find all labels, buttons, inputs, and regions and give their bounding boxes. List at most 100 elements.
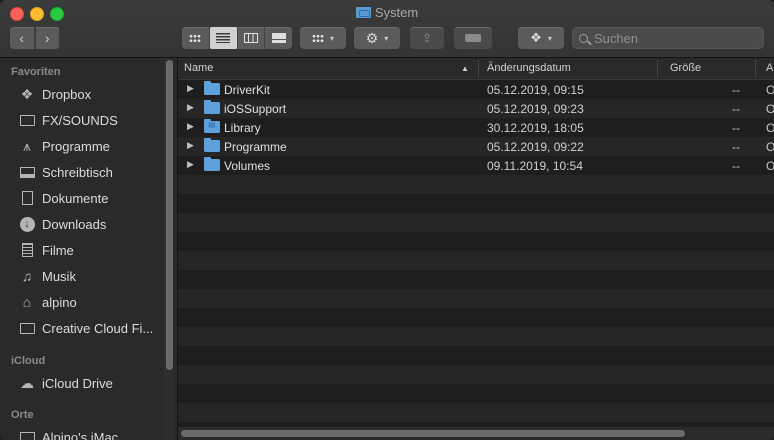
- group-button[interactable]: ▾: [300, 27, 346, 49]
- sidebar-section-orte: Orte: [11, 409, 34, 421]
- gallery-view-button[interactable]: [265, 27, 292, 49]
- finder-window: System ‹ › ▾ ⚙ ▾ ⇪ ❖ ▾ Suchen Favoriten …: [0, 0, 774, 440]
- folder-icon: [18, 320, 36, 336]
- library-folder-icon: [204, 119, 220, 133]
- empty-row: [178, 365, 774, 384]
- column-header-name[interactable]: Name: [184, 62, 213, 74]
- sidebar-item-downloads[interactable]: ↓ Downloads: [18, 213, 106, 235]
- file-kind: O: [766, 83, 774, 97]
- sidebar-item-alpino[interactable]: ⌂ alpino: [18, 291, 77, 313]
- sidebar-item-musik[interactable]: ♫ Musik: [18, 265, 76, 287]
- sidebar-item-label: Dropbox: [42, 86, 92, 102]
- list-view-button[interactable]: [209, 27, 238, 49]
- gear-icon: ⚙: [365, 29, 379, 46]
- forward-button[interactable]: ›: [36, 27, 60, 49]
- chevron-right-icon: ›: [36, 27, 60, 49]
- sidebar-item-programme[interactable]: ⩚ Programme: [18, 135, 110, 157]
- sidebar-item-dokumente[interactable]: Dokumente: [18, 187, 108, 209]
- sort-ascending-icon: ▲: [461, 64, 469, 73]
- table-row[interactable]: ▶ Programme 05.12.2019, 09:22 -- O: [178, 137, 774, 156]
- disclosure-triangle-icon[interactable]: ▶: [187, 121, 194, 132]
- column-header-kind[interactable]: A: [766, 62, 773, 74]
- file-date: 05.12.2019, 09:22: [487, 140, 584, 154]
- computer-icon: [18, 429, 36, 440]
- sidebar-item-creative-cloud[interactable]: Creative Cloud Fi...: [18, 317, 153, 339]
- table-row[interactable]: ▶ Volumes 09.11.2019, 10:54 -- O: [178, 156, 774, 175]
- table-row[interactable]: ▶ iOSSupport 05.12.2019, 09:23 -- O: [178, 99, 774, 118]
- action-button[interactable]: ⚙ ▾: [354, 27, 400, 49]
- applications-icon: ⩚: [23, 137, 31, 154]
- empty-row: [178, 327, 774, 346]
- search-icon: [579, 33, 588, 43]
- navigation-buttons: ‹ ›: [10, 27, 60, 49]
- folder-icon: [204, 157, 220, 171]
- file-name: Programme: [224, 140, 287, 154]
- desktop-icon: [18, 164, 36, 180]
- empty-row: [178, 346, 774, 365]
- disclosure-triangle-icon[interactable]: ▶: [187, 140, 194, 151]
- column-header: Name ▲ Änderungsdatum Größe A: [178, 58, 774, 80]
- dropbox-icon: ❖: [20, 85, 34, 102]
- cloud-icon: ☁: [20, 374, 34, 391]
- gallery-icon: [271, 33, 286, 43]
- window-title-label: System: [374, 5, 419, 20]
- back-button[interactable]: ‹: [10, 27, 36, 49]
- sidebar-item-label: Programme: [42, 138, 110, 154]
- window-title: System: [0, 5, 774, 20]
- sidebar-item-fx-sounds[interactable]: FX/SOUNDS: [18, 109, 118, 131]
- sidebar-item-dropbox[interactable]: ❖ Dropbox: [18, 83, 91, 105]
- horizontal-scrollbar[interactable]: [181, 430, 685, 437]
- icon-view-button[interactable]: [182, 27, 210, 49]
- share-button[interactable]: ⇪: [410, 27, 444, 49]
- music-icon: ♫: [21, 268, 33, 284]
- sidebar-item-label: Alpino's iMac: [42, 429, 119, 440]
- column-divider[interactable]: [755, 60, 756, 77]
- disclosure-triangle-icon[interactable]: ▶: [187, 102, 194, 113]
- empty-row: [178, 289, 774, 308]
- sidebar-item-label: alpino: [42, 294, 77, 310]
- search-placeholder: Suchen: [594, 30, 639, 46]
- tag-button[interactable]: [454, 27, 492, 49]
- film-icon: [18, 242, 36, 258]
- empty-row: [178, 194, 774, 213]
- sidebar-item-label: FX/SOUNDS: [42, 112, 118, 128]
- column-header-size[interactable]: Größe: [670, 62, 701, 74]
- file-size: --: [732, 159, 740, 173]
- column-view-button[interactable]: [238, 27, 266, 49]
- sidebar-item-schreibtisch[interactable]: Schreibtisch: [18, 161, 113, 183]
- file-size: --: [732, 121, 740, 135]
- sidebar-scrollbar[interactable]: [166, 60, 173, 370]
- group-grid-icon: [311, 33, 324, 43]
- folder-icon: [204, 100, 220, 114]
- sidebar-item-icloud-drive[interactable]: ☁ iCloud Drive: [18, 372, 113, 394]
- disclosure-triangle-icon[interactable]: ▶: [187, 83, 194, 94]
- download-icon: ↓: [18, 216, 36, 232]
- chevron-left-icon: ‹: [10, 27, 35, 49]
- sidebar-item-label: Downloads: [42, 216, 107, 232]
- file-kind: O: [766, 102, 774, 116]
- folder-icon: [204, 138, 220, 152]
- sidebar-item-label: Schreibtisch: [42, 164, 113, 180]
- dropbox-icon: ❖: [530, 30, 542, 45]
- empty-row: [178, 175, 774, 194]
- search-field[interactable]: Suchen: [572, 27, 764, 49]
- sidebar-item-label: Filme: [42, 242, 74, 258]
- disclosure-triangle-icon[interactable]: ▶: [187, 159, 194, 170]
- sidebar-section-favorites: Favoriten: [11, 66, 61, 78]
- column-divider[interactable]: [657, 60, 658, 77]
- sidebar-item-label: Musik: [42, 268, 76, 284]
- file-name: DriverKit: [224, 83, 271, 97]
- chevron-down-icon: ▾: [547, 33, 552, 43]
- sidebar-item-imac[interactable]: Alpino's iMac: [18, 426, 118, 440]
- table-row[interactable]: ▶ DriverKit 05.12.2019, 09:15 -- O: [178, 80, 774, 99]
- file-size: --: [732, 102, 740, 116]
- chevron-down-icon: ▾: [384, 33, 389, 43]
- folder-icon: [18, 112, 36, 128]
- columns-icon: [243, 33, 258, 43]
- table-row[interactable]: ▶ Library 30.12.2019, 18:05 -- O: [178, 118, 774, 137]
- column-divider[interactable]: [478, 60, 479, 77]
- column-header-date[interactable]: Änderungsdatum: [487, 62, 571, 74]
- sidebar: Favoriten ❖ Dropbox FX/SOUNDS ⩚ Programme …: [0, 58, 178, 440]
- dropbox-button[interactable]: ❖ ▾: [518, 27, 564, 49]
- sidebar-item-filme[interactable]: Filme: [18, 239, 74, 261]
